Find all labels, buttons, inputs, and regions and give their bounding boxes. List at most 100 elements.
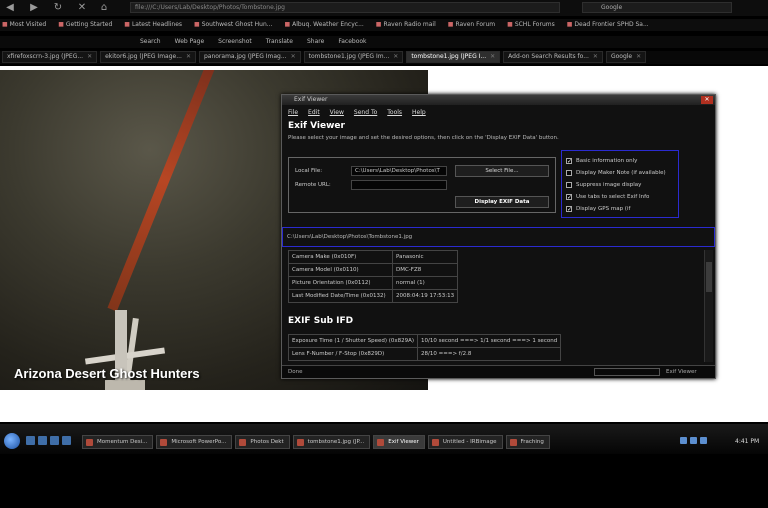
menu-view[interactable]: View: [330, 109, 344, 116]
address-bar[interactable]: file:///C:/Users/Lab/Desktop/Photos/Tomb…: [130, 2, 560, 13]
close-icon[interactable]: ✕: [291, 53, 296, 60]
close-icon[interactable]: ✕: [87, 53, 92, 60]
vertical-scrollbar[interactable]: [704, 250, 713, 362]
close-icon[interactable]: ✕: [593, 53, 598, 60]
bookmarks-toolbar: Most Visited Getting Started Latest Head…: [0, 19, 768, 31]
tray-app-icon[interactable]: [700, 437, 707, 444]
close-icon[interactable]: ✕: [701, 96, 713, 104]
browser-tab[interactable]: panorama.jpg (JPEG Imag... ✕: [198, 51, 301, 63]
checkbox[interactable]: [566, 170, 572, 176]
taskbar-button[interactable]: Momentum Desi...: [82, 435, 154, 449]
toolbar-webpage-button[interactable]: Web Page: [175, 36, 205, 48]
ifd0-table: Camera Make (0x010F) Panasonic Camera Mo…: [288, 250, 459, 303]
local-file-field[interactable]: C:\Users\Lab\Desktop\Photos\T: [351, 166, 447, 176]
checkbox[interactable]: ✓: [566, 158, 572, 165]
scroll-thumb[interactable]: [706, 262, 712, 292]
bookmark-item[interactable]: Latest Headlines: [124, 19, 182, 31]
checkbox[interactable]: [566, 182, 572, 188]
tab-label: Google: [610, 53, 633, 60]
table-row: Picture Orientation (0x0112) normal (1): [288, 276, 459, 290]
close-icon[interactable]: ✕: [393, 53, 398, 60]
option-maker-note[interactable]: Display Maker Note (if available): [566, 167, 674, 179]
bookmark-item[interactable]: Dead Frontier SPHD Sa...: [567, 19, 648, 31]
bookmark-item[interactable]: SCHL Forums: [507, 19, 555, 31]
option-label: Use tabs to select Exif Info: [576, 194, 650, 200]
status-field: [594, 368, 660, 376]
taskbar-button-active[interactable]: Exif Viewer: [373, 435, 425, 449]
bookmark-item[interactable]: Most Visited: [2, 19, 47, 31]
quick-launch: [26, 436, 71, 445]
menu-send-to[interactable]: Send To: [354, 109, 377, 116]
browser-tab[interactable]: tombstone1.jpg (JPEG Im... ✕: [303, 51, 404, 63]
menu-edit[interactable]: Edit: [308, 109, 320, 116]
close-icon[interactable]: ✕: [186, 53, 191, 60]
tab-label: ekitor6.jpg (JPEG Image...: [105, 53, 182, 60]
clock[interactable]: 4:41 PM: [735, 438, 759, 445]
option-label: Display Maker Note (if available): [576, 170, 666, 176]
tag-name: Camera Make (0x010F): [288, 250, 393, 264]
close-icon[interactable]: ✕: [636, 53, 641, 60]
bookmark-item[interactable]: Southwest Ghost Hun...: [194, 19, 273, 31]
tab-strip: xfirefoxscrn-3.jpg (JPEG... ✕ ekitor6.jpg…: [0, 51, 768, 64]
stop-icon[interactable]: ✕: [76, 2, 88, 14]
bookmark-item[interactable]: Raven Radio mail: [376, 19, 435, 31]
reload-icon[interactable]: ↻: [52, 2, 64, 14]
instructions-text: Please select your image and set the des…: [288, 135, 559, 141]
taskbar-button[interactable]: tombstone1.jpg (JP...: [292, 435, 371, 449]
checkbox[interactable]: ✓: [566, 206, 572, 213]
quick-launch-icon[interactable]: [38, 436, 47, 445]
taskbar-button[interactable]: Microsoft PowerPo...: [156, 435, 233, 449]
taskbar-button[interactable]: Fraching: [505, 435, 550, 449]
taskbar: Momentum Desi... Microsoft PowerPo... Ph…: [0, 424, 768, 454]
window-titlebar[interactable]: Exif Viewer ✕: [282, 95, 715, 105]
menu-file[interactable]: File: [288, 109, 298, 116]
option-gps-map[interactable]: ✓ Display GPS map (if: [566, 203, 674, 215]
file-path-display: C:\Users\Lab\Desktop\Photos\Tombstone1.j…: [282, 227, 715, 247]
menu-help[interactable]: Help: [412, 109, 426, 116]
browser-tab[interactable]: Add-on Search Results fo... ✕: [503, 51, 603, 63]
network-icon[interactable]: [680, 437, 687, 444]
tag-value: Panasonic: [391, 250, 459, 264]
quick-launch-icon[interactable]: [62, 436, 71, 445]
tab-label: panorama.jpg (JPEG Imag...: [203, 53, 287, 60]
bookmark-item[interactable]: Raven Forum: [448, 19, 495, 31]
volume-icon[interactable]: [690, 437, 697, 444]
bookmark-item[interactable]: Getting Started: [58, 19, 112, 31]
building: [105, 380, 145, 390]
taskbar-button[interactable]: Photos Dekt: [235, 435, 290, 449]
select-file-button[interactable]: Select File...: [455, 165, 549, 177]
option-basic-info[interactable]: ✓ Basic information only: [566, 155, 674, 167]
search-input[interactable]: Google: [582, 2, 732, 13]
close-icon[interactable]: ✕: [490, 53, 495, 60]
toolbar-facebook-button[interactable]: Facebook: [338, 36, 366, 48]
toolbar-share-button[interactable]: Share: [307, 36, 324, 48]
home-icon[interactable]: ⌂: [98, 2, 110, 14]
window-title: Exif Viewer: [294, 96, 328, 103]
option-suppress-image[interactable]: Suppress image display: [566, 179, 674, 191]
sub-ifd-table: Exposure Time (1 / Shutter Speed) (0x829…: [287, 334, 562, 361]
taskbar-button[interactable]: Untitled - IRBimage: [427, 435, 503, 449]
file-selection-group: Local File: C:\Users\Lab\Desktop\Photos\…: [288, 157, 556, 213]
toolbar-screenshot-button[interactable]: Screenshot: [218, 36, 252, 48]
forward-icon[interactable]: ▶: [28, 2, 40, 14]
display-exif-data-button[interactable]: Display EXIF Data: [455, 196, 549, 208]
tag-name: Camera Model (0x0110): [288, 263, 393, 277]
browser-tab-active[interactable]: tombstone1.jpg (JPEG I... ✕: [406, 51, 501, 63]
option-use-tabs[interactable]: ✓ Use tabs to select Exif Info: [566, 191, 674, 203]
tag-value: 2008:04:19 17:53:13: [391, 289, 459, 303]
tab-label: xfirefoxscrn-3.jpg (JPEG...: [7, 53, 84, 60]
menu-tools[interactable]: Tools: [387, 109, 402, 116]
section-heading: EXIF Sub IFD: [288, 316, 354, 326]
quick-launch-icon[interactable]: [50, 436, 59, 445]
browser-tab[interactable]: Google ✕: [605, 51, 647, 63]
browser-tab[interactable]: xfirefoxscrn-3.jpg (JPEG... ✕: [2, 51, 98, 63]
remote-url-field[interactable]: [351, 180, 447, 190]
start-button[interactable]: [4, 433, 20, 449]
toolbar-search-button[interactable]: Search: [140, 36, 161, 48]
back-icon[interactable]: ◀: [4, 2, 16, 14]
browser-tab[interactable]: ekitor6.jpg (JPEG Image... ✕: [100, 51, 196, 63]
toolbar-translate-button[interactable]: Translate: [266, 36, 293, 48]
checkbox[interactable]: ✓: [566, 194, 572, 201]
bookmark-item[interactable]: Albuq. Weather Encyc...: [284, 19, 364, 31]
quick-launch-icon[interactable]: [26, 436, 35, 445]
